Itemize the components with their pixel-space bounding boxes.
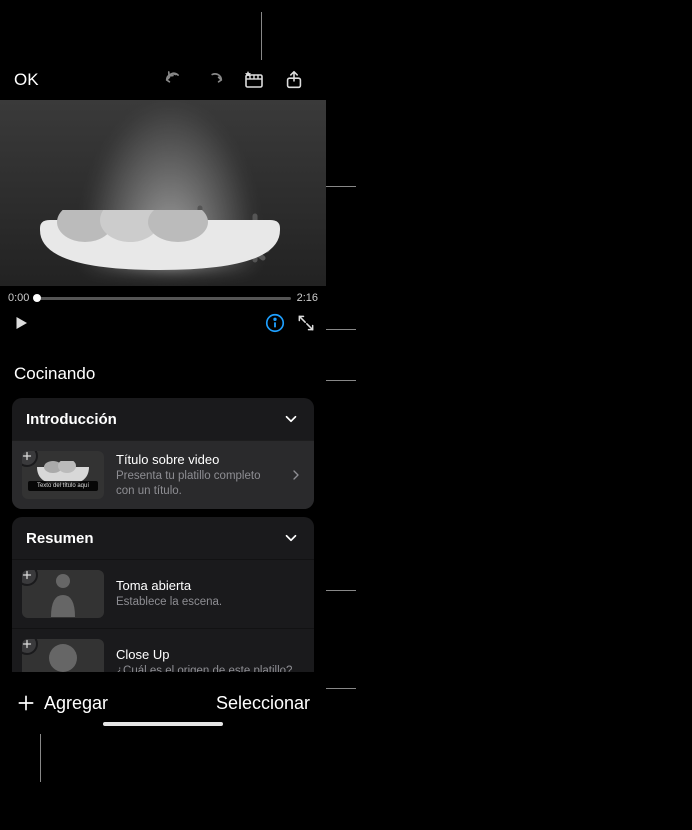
chevron-right-icon xyxy=(288,467,304,483)
thumb-title-placeholder: Texto del título aquí xyxy=(28,481,98,491)
bottom-toolbar: Agregar Seleccionar xyxy=(0,672,326,734)
share-button[interactable] xyxy=(280,66,308,94)
storyboard-icon xyxy=(242,68,266,92)
section-header[interactable]: Resumen xyxy=(12,517,314,559)
shot-title: Toma abierta xyxy=(116,578,304,593)
undo-icon xyxy=(163,69,185,91)
shot-description: Establece la escena. xyxy=(116,595,304,609)
shot-thumbnail[interactable]: Texto del título aquí xyxy=(22,451,104,499)
chevron-down-icon xyxy=(282,410,300,428)
chevron-down-icon xyxy=(282,529,300,547)
app-window: OK xyxy=(0,60,326,734)
play-button[interactable] xyxy=(10,312,32,334)
shot-row[interactable]: Toma abierta Establece la escena. xyxy=(12,559,314,628)
plus-icon xyxy=(22,570,33,581)
shot-title: Close Up xyxy=(116,647,304,662)
info-button[interactable] xyxy=(264,312,286,334)
play-icon xyxy=(12,314,30,332)
info-icon xyxy=(264,312,286,334)
section-card: Introducción Texto del título aquí xyxy=(12,398,314,509)
shot-title: Título sobre video xyxy=(116,452,276,467)
redo-button[interactable] xyxy=(200,66,228,94)
person-silhouette-icon xyxy=(43,571,83,617)
add-button[interactable]: Agregar xyxy=(16,693,108,714)
section-header[interactable]: Introducción xyxy=(12,398,314,440)
shot-row[interactable]: Texto del título aquí Título sobre video… xyxy=(12,440,314,509)
redo-icon xyxy=(203,69,225,91)
select-button[interactable]: Seleccionar xyxy=(216,693,310,714)
callout-line xyxy=(261,12,262,64)
plus-icon xyxy=(22,639,33,650)
add-label: Agregar xyxy=(44,693,108,714)
video-preview[interactable] xyxy=(0,100,326,286)
playback-controls xyxy=(0,304,326,344)
undo-button[interactable] xyxy=(160,66,188,94)
add-media-badge[interactable] xyxy=(22,570,38,586)
plus-icon xyxy=(22,451,33,462)
duration-label: 2:16 xyxy=(297,292,318,304)
shot-thumbnail[interactable] xyxy=(22,570,104,618)
home-indicator xyxy=(103,722,223,726)
fullscreen-button[interactable] xyxy=(296,313,316,333)
section-title: Introducción xyxy=(26,411,117,428)
scrubber: 0:00 2:16 xyxy=(0,286,326,304)
share-icon xyxy=(283,69,305,91)
callout-line xyxy=(326,186,356,187)
scrubber-track[interactable] xyxy=(35,297,290,300)
section-card: Resumen Toma abierta Establ xyxy=(12,517,314,697)
plate-graphic xyxy=(30,210,290,280)
storyboard-sections: Introducción Texto del título aquí xyxy=(0,398,326,697)
ok-button[interactable]: OK xyxy=(14,70,39,90)
current-time-label: 0:00 xyxy=(8,292,29,304)
scrubber-handle[interactable] xyxy=(33,294,41,302)
top-toolbar: OK xyxy=(0,60,326,100)
expand-icon xyxy=(296,313,316,333)
section-title: Resumen xyxy=(26,530,94,547)
project-title[interactable]: Cocinando xyxy=(0,344,326,398)
storyboard-button[interactable] xyxy=(240,66,268,94)
shot-description: Presenta tu platillo completo con un tít… xyxy=(116,469,276,498)
plus-icon xyxy=(16,693,36,713)
